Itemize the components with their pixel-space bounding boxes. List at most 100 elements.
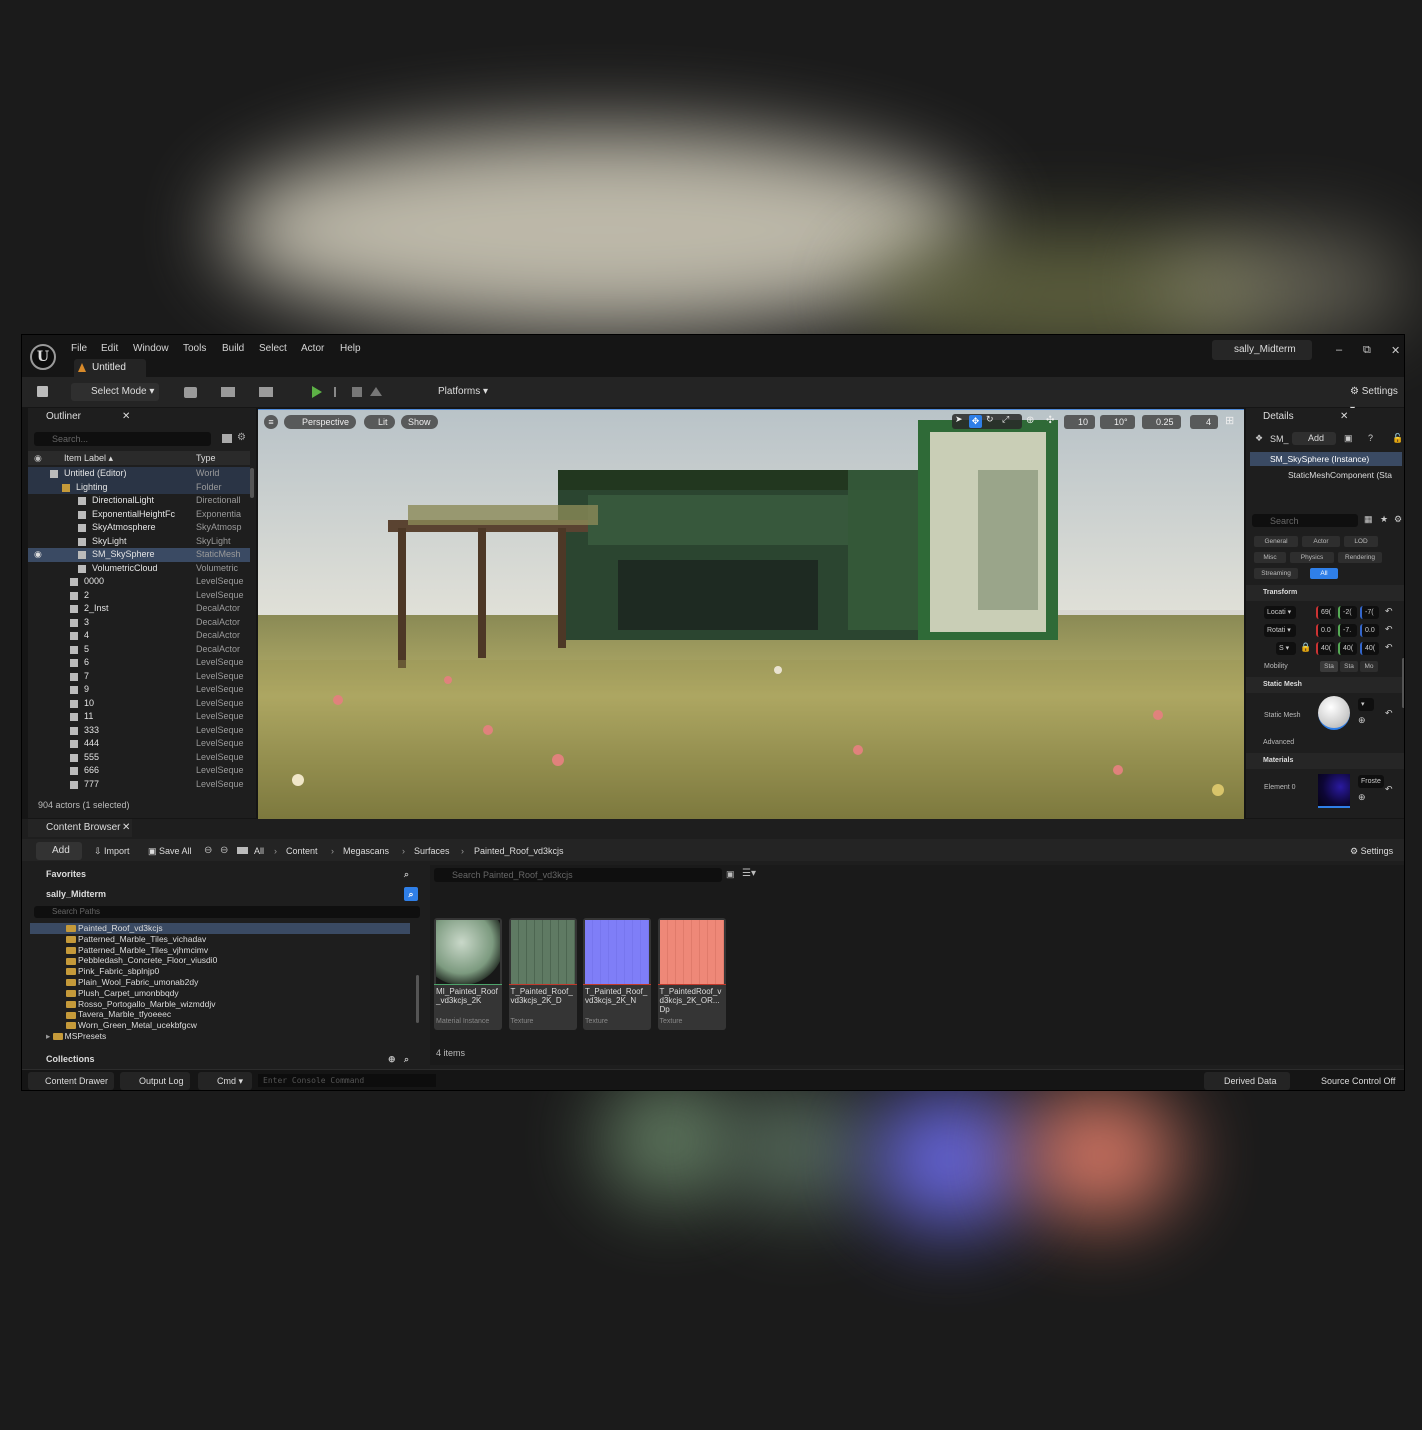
outliner-row[interactable]: 4 DecalActor bbox=[28, 629, 250, 643]
filter-lod[interactable]: LOD bbox=[1344, 536, 1378, 547]
output-log-button[interactable]: Output Log bbox=[120, 1072, 190, 1090]
folder-item[interactable]: Patterned_Marble_Tiles_vjhmcimv bbox=[30, 945, 410, 956]
folder-item[interactable]: Pebbledash_Concrete_Floor_viusdi0 bbox=[30, 955, 410, 966]
outliner-row[interactable]: 6 LevelSeque bbox=[28, 656, 250, 670]
rotation-dropdown[interactable]: Rotati ▾ bbox=[1264, 624, 1296, 637]
star-icon[interactable]: ★ bbox=[1380, 514, 1388, 525]
rotation-snap-button[interactable]: 10° bbox=[1100, 415, 1135, 429]
breadcrumb-surfaces[interactable]: Surfaces bbox=[414, 846, 450, 856]
close-icon[interactable]: ✕ bbox=[122, 819, 130, 837]
level-tab[interactable]: Untitled bbox=[74, 359, 146, 377]
cb-settings-button[interactable]: ⚙ Settings bbox=[1350, 846, 1393, 857]
reset-icon[interactable]: ↶ bbox=[1385, 624, 1393, 635]
browse-icon[interactable]: ⊕ bbox=[1358, 792, 1366, 803]
maximize-button[interactable]: ⧉ bbox=[1363, 344, 1371, 357]
menu-actor[interactable]: Actor bbox=[301, 343, 324, 354]
outliner-row[interactable]: 3 DecalActor bbox=[28, 616, 250, 630]
add-button[interactable]: Add bbox=[36, 842, 82, 860]
derived-data-button[interactable]: Derived Data bbox=[1204, 1072, 1290, 1090]
folder-item[interactable]: Pink_Fabric_sbplnjp0 bbox=[30, 966, 410, 977]
browse-icon[interactable]: ⊕ bbox=[1358, 715, 1366, 726]
outliner-row[interactable]: 7 LevelSeque bbox=[28, 670, 250, 684]
scale-z[interactable]: 40( bbox=[1360, 642, 1379, 655]
search-paths-input[interactable]: Search Paths bbox=[34, 906, 420, 918]
add-collection-icon[interactable]: ⊕ bbox=[388, 1051, 396, 1067]
folder-item-mspresets[interactable]: ▸ MSPresets bbox=[30, 1031, 410, 1042]
filter-streaming[interactable]: Streaming bbox=[1254, 568, 1298, 579]
reset-icon[interactable]: ↶ bbox=[1385, 606, 1393, 617]
lock-icon[interactable]: 🔒 bbox=[1300, 642, 1311, 653]
menu-edit[interactable]: Edit bbox=[101, 343, 118, 354]
folder-item[interactable]: Painted_Roof_vd3kcjs bbox=[30, 923, 410, 934]
menu-build[interactable]: Build bbox=[222, 343, 244, 354]
show-button[interactable]: Show bbox=[401, 415, 438, 429]
asset-tile[interactable]: MI_Painted_Roof_vd3kcjs_2K Material Insta… bbox=[434, 918, 502, 1030]
settings-button[interactable]: ⚙ Settings ▾ bbox=[1336, 383, 1402, 415]
outliner-search-input[interactable]: Search... bbox=[34, 432, 211, 446]
cmd-dropdown[interactable]: Cmd ▾ bbox=[198, 1072, 252, 1090]
grid-snap-button[interactable]: 10 bbox=[1064, 415, 1096, 429]
outliner-row[interactable]: 555 LevelSeque bbox=[28, 751, 250, 765]
world-space-icon[interactable]: ⊕ bbox=[1026, 415, 1034, 426]
column-item-label[interactable]: Item Label ▴ bbox=[64, 451, 113, 465]
eye-icon[interactable]: ◉ bbox=[34, 548, 42, 562]
outliner-row[interactable]: Untitled (Editor) World bbox=[28, 467, 250, 481]
outliner-row[interactable]: SkyLight SkyLight bbox=[28, 535, 250, 549]
folder-item[interactable]: Plain_Wool_Fabric_umonab2dy bbox=[30, 977, 410, 988]
unreal-logo-icon[interactable]: U bbox=[30, 344, 56, 370]
filter-physics[interactable]: Physics bbox=[1290, 552, 1334, 563]
viewport-menu-icon[interactable]: ≡ bbox=[264, 415, 278, 429]
menu-tools[interactable]: Tools bbox=[183, 343, 206, 354]
filter-general[interactable]: General bbox=[1254, 536, 1298, 547]
asset-tile[interactable]: T_Painted_Roof_vd3kcjs_2K_D Texture bbox=[508, 918, 577, 1030]
folder-item[interactable]: Plush_Carpet_umonbbqdy bbox=[30, 988, 410, 999]
filter-rendering[interactable]: Rendering bbox=[1338, 552, 1382, 563]
lit-button[interactable]: Lit bbox=[364, 415, 395, 429]
level-viewport[interactable]: ≡ Perspective Lit Show ➤ ✥ ↻ ⤢ ⊕ ✣ 10 10… bbox=[258, 409, 1244, 819]
menu-help[interactable]: Help bbox=[340, 343, 361, 354]
folder-item[interactable]: Worn_Green_Metal_ucekbfgcw bbox=[30, 1020, 410, 1031]
project-section[interactable]: sally_Midterm ⌕ bbox=[30, 885, 422, 903]
breadcrumb-painted-roof[interactable]: Painted_Roof_vd3kcjs bbox=[474, 846, 564, 856]
layout-icon[interactable]: ⊞ bbox=[1225, 414, 1234, 427]
outliner-row[interactable]: VolumetricCloud Volumetric bbox=[28, 562, 250, 576]
favorites-section[interactable]: Favorites ⌕ bbox=[30, 865, 422, 883]
content-drawer-button[interactable]: Content Drawer bbox=[28, 1072, 114, 1090]
play-icon[interactable] bbox=[312, 386, 322, 398]
breadcrumb-megascans[interactable]: Megascans bbox=[343, 846, 389, 856]
move-tool-icon[interactable]: ✥ bbox=[969, 415, 982, 428]
search-icon[interactable]: ⌕ bbox=[404, 1051, 409, 1067]
menu-select[interactable]: Select bbox=[259, 343, 287, 354]
location-x[interactable]: 69( bbox=[1316, 606, 1335, 619]
forward-icon[interactable]: ⊖ bbox=[220, 845, 228, 856]
import-button[interactable]: ⇩ Import bbox=[94, 846, 130, 857]
asset-tile[interactable]: T_Painted_Roof_vd3kcjs_2K_N Texture bbox=[583, 918, 651, 1030]
details-tab[interactable]: Details ✕ bbox=[1246, 408, 1404, 426]
mobility-movable[interactable]: Mo bbox=[1360, 661, 1378, 672]
search-icon[interactable]: ⌕ bbox=[404, 887, 418, 901]
menu-file[interactable]: File bbox=[71, 343, 87, 354]
content-browser-tab[interactable]: Content Browser ✕ bbox=[28, 819, 132, 837]
table-view-icon[interactable]: ▦ bbox=[1364, 514, 1373, 525]
rotation-z[interactable]: 0.0 bbox=[1360, 624, 1379, 637]
outliner-row[interactable]: SkyAtmosphere SkyAtmosp bbox=[28, 521, 250, 535]
advanced-section[interactable]: Advanced bbox=[1246, 735, 1404, 751]
stop-icon[interactable] bbox=[352, 387, 362, 397]
folder-item[interactable]: Patterned_Marble_Tiles_vichadav bbox=[30, 934, 410, 945]
location-z[interactable]: -7( bbox=[1360, 606, 1379, 619]
outliner-row[interactable]: SM_SkySphere StaticMesh ◉ bbox=[28, 548, 250, 562]
outliner-row[interactable]: 9 LevelSeque bbox=[28, 683, 250, 697]
reset-icon[interactable]: ↶ bbox=[1385, 784, 1393, 795]
select-mode-button[interactable]: Select Mode ▾ bbox=[71, 383, 159, 401]
mobility-stationary[interactable]: Sta bbox=[1340, 661, 1358, 672]
back-icon[interactable]: ⊖ bbox=[204, 845, 212, 856]
lock-icon[interactable]: 🔓 bbox=[1392, 433, 1403, 444]
camera-speed-button[interactable]: 4 bbox=[1190, 415, 1219, 429]
static-mesh-section[interactable]: Static Mesh bbox=[1246, 677, 1404, 693]
select-tool-icon[interactable]: ➤ bbox=[955, 414, 963, 425]
platforms-button[interactable]: Platforms ▾ bbox=[420, 383, 492, 401]
mobility-static[interactable]: Sta bbox=[1320, 661, 1338, 672]
eject-icon[interactable] bbox=[370, 387, 382, 396]
close-icon[interactable]: ✕ bbox=[122, 408, 130, 426]
outliner-row[interactable]: 0000 LevelSeque bbox=[28, 575, 250, 589]
